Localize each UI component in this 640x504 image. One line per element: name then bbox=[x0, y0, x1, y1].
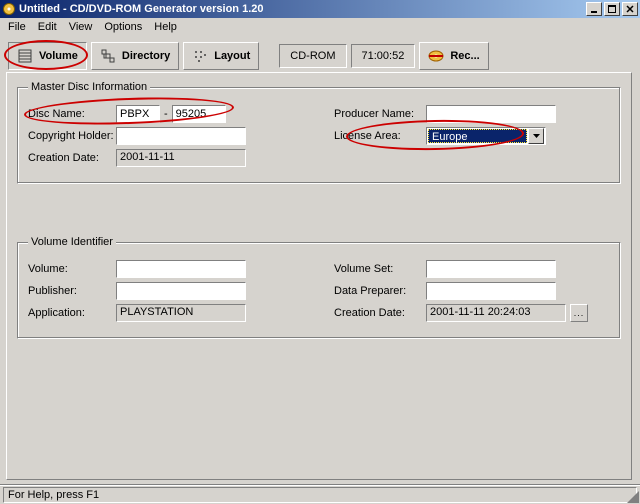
application-label: Application: bbox=[28, 307, 116, 319]
preparer-input[interactable] bbox=[426, 282, 556, 300]
record-button[interactable]: Rec... bbox=[419, 42, 488, 70]
layout-tab-button[interactable]: Layout bbox=[183, 42, 259, 70]
record-icon bbox=[428, 48, 444, 64]
volume-label: Volume: bbox=[28, 263, 116, 275]
license-dropdown[interactable]: Europe bbox=[426, 127, 546, 145]
creation-date-browse-button[interactable]: ... bbox=[570, 304, 588, 322]
toolbar: Volume Directory Layout CD-ROM 71:00:52 … bbox=[0, 36, 640, 76]
preparer-label: Data Preparer: bbox=[334, 285, 426, 297]
master-disc-legend: Master Disc Information bbox=[28, 81, 150, 93]
vol-creation-field: 2001-11-11 20:24:03 bbox=[426, 304, 566, 322]
menu-edit[interactable]: Edit bbox=[32, 19, 63, 35]
directory-tab-button[interactable]: Directory bbox=[91, 42, 179, 70]
maximize-button[interactable] bbox=[604, 2, 620, 16]
media-type-box[interactable]: CD-ROM bbox=[279, 44, 346, 68]
vol-creation-label: Creation Date: bbox=[334, 307, 426, 319]
disc-name-number-input[interactable] bbox=[172, 105, 226, 123]
window-title: Untitled - CD/DVD-ROM Generator version … bbox=[19, 3, 264, 15]
volume-icon bbox=[17, 48, 33, 64]
minimize-button[interactable] bbox=[586, 2, 602, 16]
title-bar: Untitled - CD/DVD-ROM Generator version … bbox=[0, 0, 640, 18]
layout-tab-label: Layout bbox=[214, 50, 250, 62]
volumeset-label: Volume Set: bbox=[334, 263, 426, 275]
menu-view[interactable]: View bbox=[63, 19, 99, 35]
creation-date-field: 2001-11-11 bbox=[116, 149, 246, 167]
volumeset-input[interactable] bbox=[426, 260, 556, 278]
creation-date-label: Creation Date: bbox=[28, 152, 116, 164]
record-label: Rec... bbox=[450, 50, 479, 62]
producer-label: Producer Name: bbox=[334, 108, 426, 120]
copyright-label: Copyright Holder: bbox=[28, 130, 116, 142]
resize-grip[interactable] bbox=[625, 489, 639, 503]
license-label: License Area: bbox=[334, 130, 426, 142]
menu-bar: File Edit View Options Help bbox=[0, 18, 640, 36]
dropdown-arrow-button[interactable] bbox=[528, 128, 544, 144]
disc-name-prefix-input[interactable] bbox=[116, 105, 160, 123]
status-text: For Help, press F1 bbox=[3, 487, 637, 503]
master-disc-group: Master Disc Information Disc Name: - Cop… bbox=[17, 81, 621, 184]
layout-icon bbox=[192, 48, 208, 64]
menu-file[interactable]: File bbox=[2, 19, 32, 35]
volume-input[interactable] bbox=[116, 260, 246, 278]
publisher-input[interactable] bbox=[116, 282, 246, 300]
directory-icon bbox=[100, 48, 116, 64]
copyright-input[interactable] bbox=[116, 127, 246, 145]
producer-input[interactable] bbox=[426, 105, 556, 123]
application-field: PLAYSTATION bbox=[116, 304, 246, 322]
volume-tab-label: Volume bbox=[39, 50, 78, 62]
time-box: 71:00:52 bbox=[351, 44, 416, 68]
ellipsis-icon: ... bbox=[574, 308, 585, 318]
close-button[interactable] bbox=[622, 2, 638, 16]
publisher-label: Publisher: bbox=[28, 285, 116, 297]
status-bar: For Help, press F1 bbox=[0, 484, 640, 504]
volume-identifier-legend: Volume Identifier bbox=[28, 236, 116, 248]
menu-options[interactable]: Options bbox=[98, 19, 148, 35]
app-icon bbox=[2, 2, 16, 16]
volume-identifier-group: Volume Identifier Volume: Publisher: App… bbox=[17, 236, 621, 339]
chevron-down-icon bbox=[533, 134, 540, 138]
directory-tab-label: Directory bbox=[122, 50, 170, 62]
menu-help[interactable]: Help bbox=[148, 19, 183, 35]
disc-name-separator: - bbox=[160, 108, 172, 120]
license-selected: Europe bbox=[428, 129, 527, 143]
disc-name-label: Disc Name: bbox=[28, 108, 116, 120]
volume-tab-button[interactable]: Volume bbox=[8, 42, 87, 70]
content-panel: Master Disc Information Disc Name: - Cop… bbox=[6, 72, 632, 480]
